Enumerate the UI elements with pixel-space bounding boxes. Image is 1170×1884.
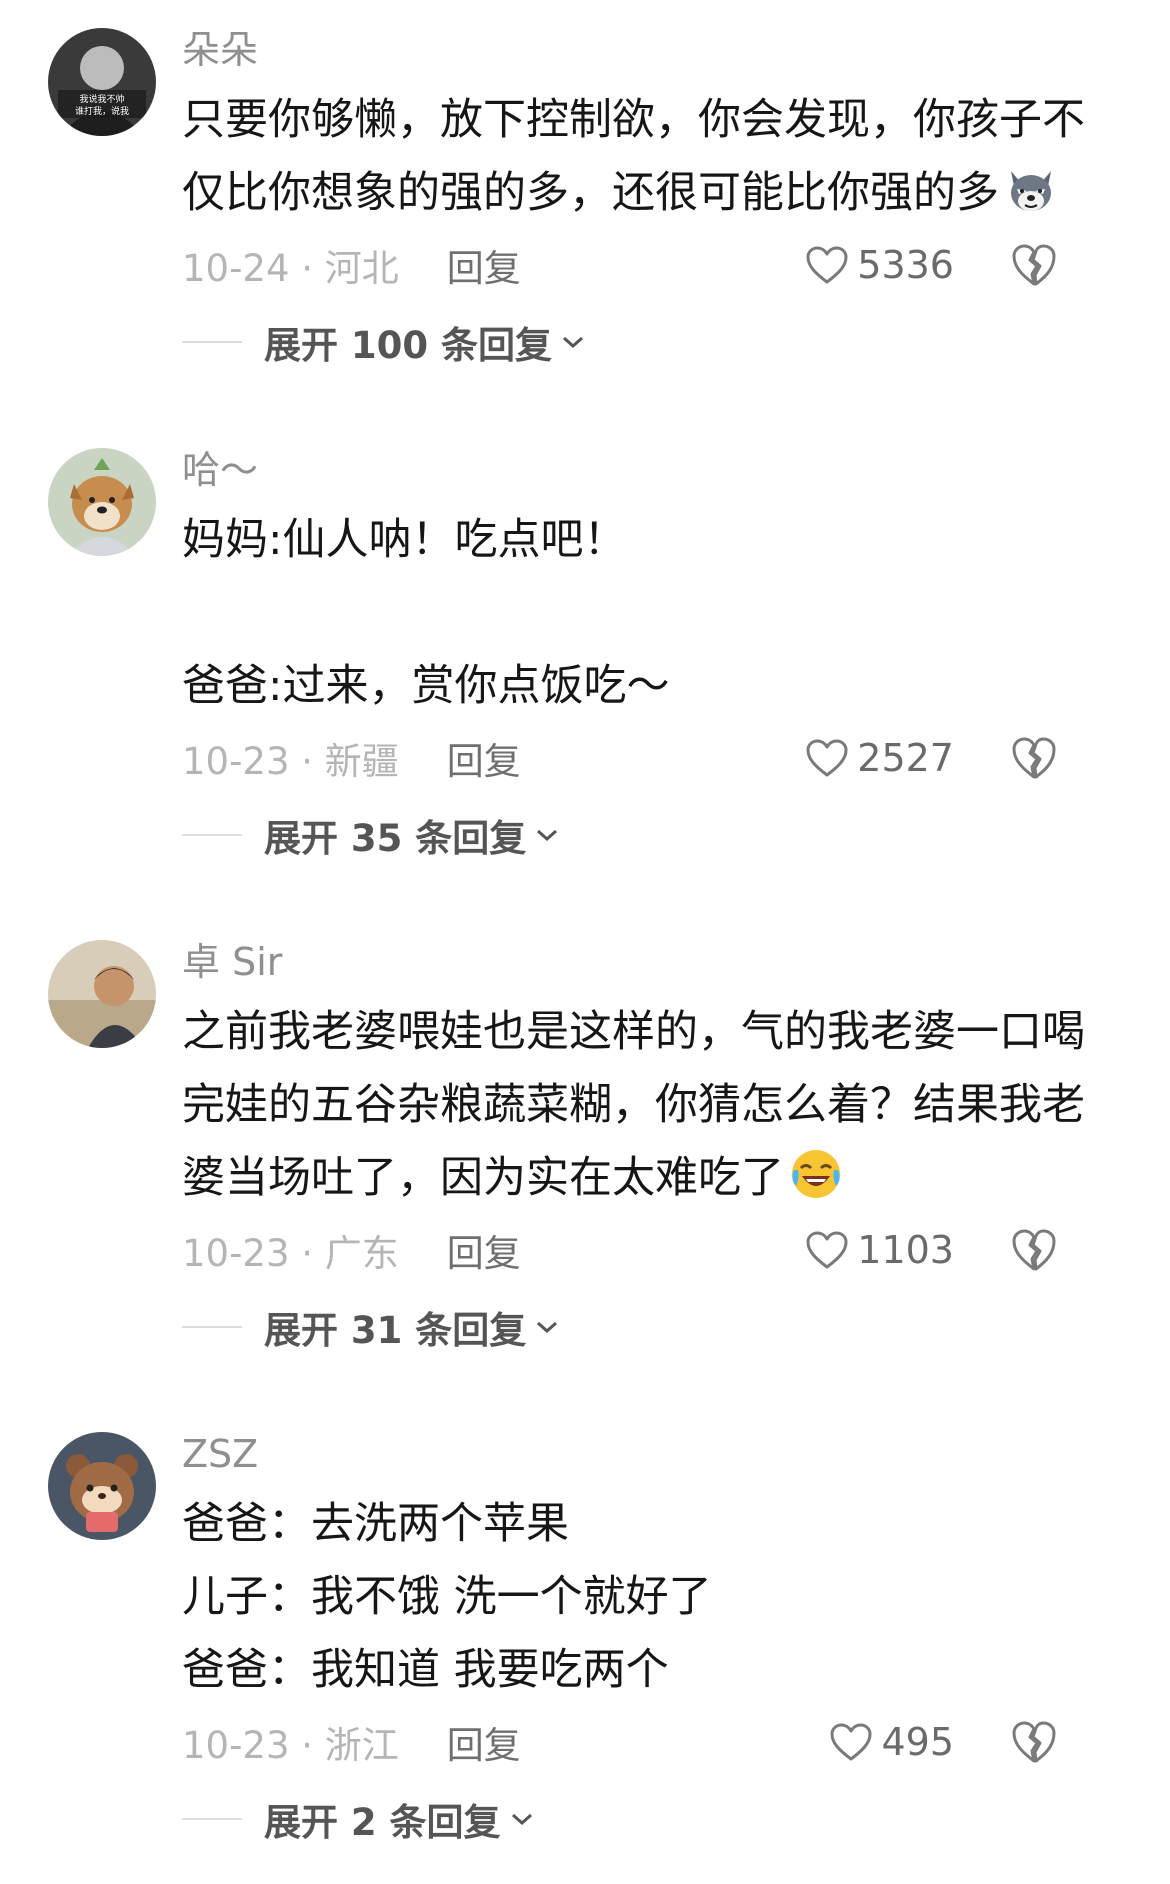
chevron-down-icon	[563, 336, 583, 349]
username[interactable]: 哈～	[182, 448, 1114, 492]
reply-button[interactable]: 回复	[447, 238, 521, 292]
comment-text: 之前我老婆喂娃也是这样的，气的我老婆一口喝 完娃的五谷杂粮蔬菜糊，你猜怎么着？结…	[182, 996, 1114, 1215]
comment-line: 仅比你想象的强的多，还很可能比你强的多	[182, 157, 1114, 230]
chevron-down-icon	[537, 1321, 558, 1334]
expand-replies-label: 展开 2 条回复	[264, 1801, 501, 1844]
comment-meta: 10-23 · 浙江 回复 495	[182, 1707, 1114, 1777]
date-location: 10-23 · 广东	[182, 1232, 399, 1275]
divider	[182, 834, 242, 836]
date-location: 10-23 · 新疆	[182, 740, 399, 783]
divider	[182, 1326, 242, 1328]
comment-line: 爸爸:过来，赏你点饭吃～	[182, 661, 670, 711]
wolf-face-icon	[1011, 171, 1051, 211]
avatar[interactable]	[48, 448, 156, 556]
comment-text: 只要你够懒，放下控制欲，你会发现，你孩子不 仅比你想象的强的多，还很可能比你强的…	[182, 84, 1114, 230]
avatar[interactable]	[48, 940, 156, 1048]
comment-line: 妈妈:仙人呐！吃点吧！	[182, 515, 627, 565]
divider	[182, 341, 242, 343]
svg-text:我说我不帅: 我说我不帅	[79, 93, 124, 105]
like-count: 495	[881, 1720, 954, 1764]
expand-replies-label: 展开 100 条回复	[264, 324, 552, 367]
expand-replies-label: 展开 35 条回复	[264, 817, 527, 860]
heart-outline-icon	[806, 739, 848, 777]
comment-item: ZSZ 爸爸：去洗两个苹果 儿子：我不饿 洗一个就好了 爸爸：我知道 我要吃两个…	[0, 1432, 1170, 1859]
divider	[182, 1818, 242, 1820]
comment-line	[182, 577, 1114, 650]
broken-heart-icon[interactable]	[1010, 242, 1058, 288]
expand-replies-button[interactable]: 展开 31 条回复	[182, 1287, 1114, 1367]
comment-meta: 10-23 · 新疆 回复 2527	[182, 723, 1114, 793]
comment-line: 婆当场吐了，因为实在太难吃了	[182, 1142, 1114, 1215]
comment-line: 爸爸：我知道 我要吃两个	[182, 1645, 669, 1695]
laughing-face-icon	[792, 1150, 840, 1198]
heart-outline-icon	[830, 1723, 872, 1761]
reply-button[interactable]: 回复	[447, 1715, 521, 1769]
comment-meta: 10-24 · 河北 回复 5336	[182, 230, 1114, 300]
broken-heart-icon[interactable]	[1010, 1719, 1058, 1765]
expand-replies-label: 展开 31 条回复	[264, 1309, 527, 1352]
comment-line-text: 仅比你想象的强的多，还很可能比你强的多	[182, 168, 999, 218]
like-count: 2527	[857, 736, 954, 780]
date-location: 10-23 · 浙江	[182, 1724, 399, 1767]
like-button[interactable]: 1103	[805, 1215, 954, 1285]
expand-replies-button[interactable]: 展开 100 条回复	[182, 302, 1114, 382]
like-button[interactable]: 2527	[805, 723, 954, 793]
expand-replies-button[interactable]: 展开 35 条回复	[182, 795, 1114, 875]
heart-outline-icon	[806, 1231, 848, 1269]
avatar[interactable]	[48, 1432, 156, 1540]
comment-line: 之前我老婆喂娃也是这样的，气的我老婆一口喝	[182, 1007, 1085, 1057]
comment-line: 完娃的五谷杂粮蔬菜糊，你猜怎么着？结果我老	[182, 1080, 1085, 1130]
username[interactable]: ZSZ	[182, 1432, 1114, 1476]
comment-item: 我说我不帅 谁打我，说我 朵朵 只要你够懒，放下控制欲，你会发现，你孩子不 仅比…	[0, 28, 1170, 382]
comment-meta: 10-23 · 广东 回复 1103	[182, 1215, 1114, 1285]
comment-line-text: 婆当场吐了，因为实在太难吃了	[182, 1153, 784, 1203]
like-count: 5336	[857, 243, 954, 287]
broken-heart-icon[interactable]	[1010, 735, 1058, 781]
reply-button[interactable]: 回复	[447, 1223, 521, 1277]
comment-item: 哈～ 妈妈:仙人呐！吃点吧！ 爸爸:过来，赏你点饭吃～ 10-23 · 新疆 回…	[0, 448, 1170, 875]
comment-item: 卓 Sir 之前我老婆喂娃也是这样的，气的我老婆一口喝 完娃的五谷杂粮蔬菜糊，你…	[0, 940, 1170, 1367]
date-location: 10-24 · 河北	[182, 247, 399, 290]
broken-heart-icon[interactable]	[1010, 1227, 1058, 1273]
like-button[interactable]: 5336	[805, 230, 954, 300]
chevron-down-icon	[537, 829, 558, 842]
comment-line: 只要你够懒，放下控制欲，你会发现，你孩子不	[182, 95, 1085, 145]
heart-outline-icon	[806, 246, 848, 284]
comment-text: 妈妈:仙人呐！吃点吧！ 爸爸:过来，赏你点饭吃～	[182, 504, 1114, 723]
like-button[interactable]: 495	[829, 1707, 954, 1777]
like-count: 1103	[857, 1228, 954, 1272]
comment-text: 爸爸：去洗两个苹果 儿子：我不饿 洗一个就好了 爸爸：我知道 我要吃两个	[182, 1488, 1114, 1707]
chevron-down-icon	[511, 1813, 532, 1826]
avatar[interactable]: 我说我不帅 谁打我，说我	[48, 28, 156, 136]
expand-replies-button[interactable]: 展开 2 条回复	[182, 1779, 1114, 1859]
comment-line: 儿子：我不饿 洗一个就好了	[182, 1572, 712, 1622]
comment-line: 爸爸：去洗两个苹果	[182, 1499, 569, 1549]
username[interactable]: 朵朵	[182, 28, 1114, 72]
reply-button[interactable]: 回复	[447, 731, 521, 785]
username[interactable]: 卓 Sir	[182, 940, 1114, 984]
svg-text:谁打我，说我: 谁打我，说我	[75, 105, 129, 117]
